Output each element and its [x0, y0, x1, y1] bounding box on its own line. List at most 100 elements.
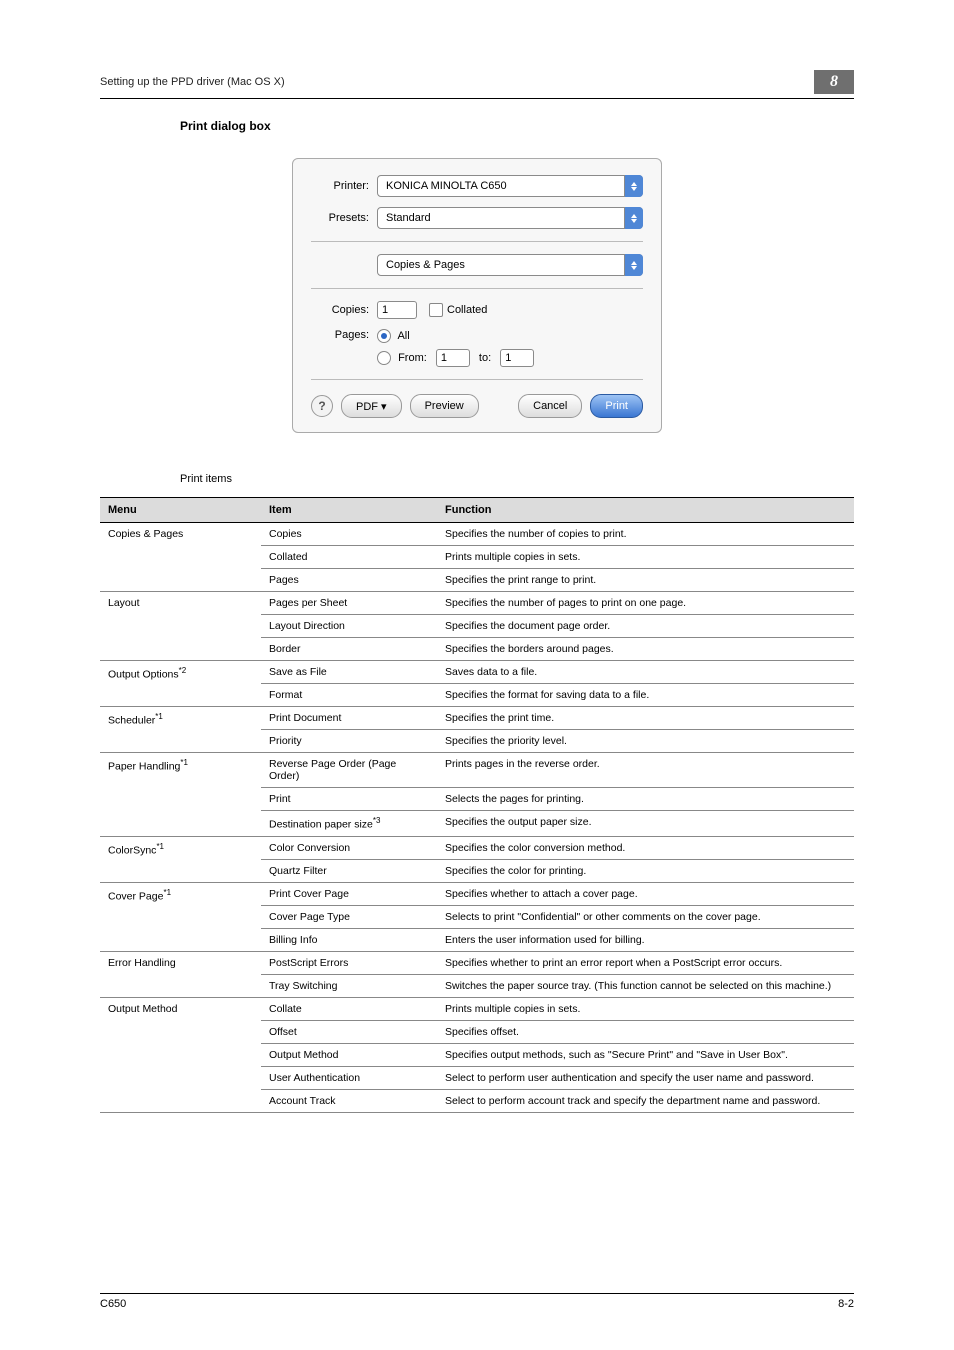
- presets-label: Presets:: [311, 212, 369, 224]
- table-function-cell: Specifies whether to print an error repo…: [437, 951, 854, 974]
- footer: C650 8-2: [100, 1293, 854, 1310]
- divider: [311, 241, 643, 242]
- table-menu-cell: Error Handling: [100, 951, 261, 997]
- table-function-cell: Select to perform account track and spec…: [437, 1089, 854, 1112]
- presets-value: Standard: [377, 207, 643, 229]
- table-menu-cell: Scheduler*1: [100, 707, 261, 753]
- copies-input[interactable]: [377, 301, 417, 319]
- printer-label: Printer:: [311, 180, 369, 192]
- table-menu-cell: Layout: [100, 592, 261, 661]
- table-function-cell: Switches the paper source tray. (This fu…: [437, 974, 854, 997]
- table-item-cell: Print: [261, 788, 437, 811]
- table-function-cell: Selects the pages for printing.: [437, 788, 854, 811]
- section-title: Print dialog box: [180, 119, 854, 133]
- table-menu-cell: Paper Handling*1: [100, 753, 261, 837]
- dropdown-arrows-icon: [624, 207, 643, 229]
- running-header: Setting up the PPD driver (Mac OS X) 8: [100, 70, 854, 99]
- footer-right: 8-2: [838, 1298, 854, 1310]
- panel-value: Copies & Pages: [377, 254, 643, 276]
- table-item-cell: Print Document: [261, 707, 437, 730]
- print-button[interactable]: Print: [590, 394, 643, 418]
- table-function-cell: Specifies the number of pages to print o…: [437, 592, 854, 615]
- from-label: From:: [398, 352, 427, 364]
- table-item-cell: Destination paper size*3: [261, 811, 437, 837]
- table-function-cell: Specifies the color for printing.: [437, 859, 854, 882]
- table-item-cell: Print Cover Page: [261, 882, 437, 905]
- table-function-cell: Enters the user information used for bil…: [437, 928, 854, 951]
- th-item: Item: [261, 498, 437, 523]
- chapter-badge: 8: [814, 70, 854, 94]
- pages-range-radio[interactable]: [377, 351, 391, 365]
- th-menu: Menu: [100, 498, 261, 523]
- printer-select[interactable]: KONICA MINOLTA C650: [377, 175, 643, 197]
- table-function-cell: Prints pages in the reverse order.: [437, 753, 854, 788]
- table-item-cell: Format: [261, 684, 437, 707]
- collated-checkbox[interactable]: [429, 303, 443, 317]
- table-function-cell: Specifies offset.: [437, 1020, 854, 1043]
- from-input[interactable]: [436, 349, 470, 367]
- table-item-cell: User Authentication: [261, 1066, 437, 1089]
- table-menu-cell: Output Options*2: [100, 661, 261, 707]
- table-item-cell: Billing Info: [261, 928, 437, 951]
- table-item-cell: PostScript Errors: [261, 951, 437, 974]
- table-menu-cell: Copies & Pages: [100, 523, 261, 592]
- table-item-cell: Layout Direction: [261, 615, 437, 638]
- table-function-cell: Specifies whether to attach a cover page…: [437, 882, 854, 905]
- table-menu-cell: Cover Page*1: [100, 882, 261, 951]
- table-caption: Print items: [180, 473, 854, 485]
- table-item-cell: Color Conversion: [261, 836, 437, 859]
- dropdown-arrows-icon: [624, 254, 643, 276]
- table-function-cell: Specifies the format for saving data to …: [437, 684, 854, 707]
- presets-select[interactable]: Standard: [377, 207, 643, 229]
- table-function-cell: Select to perform user authentication an…: [437, 1066, 854, 1089]
- table-item-cell: Account Track: [261, 1089, 437, 1112]
- table-function-cell: Selects to print "Confidential" or other…: [437, 905, 854, 928]
- help-button[interactable]: ?: [311, 395, 333, 417]
- panel-select[interactable]: Copies & Pages: [377, 254, 643, 276]
- table-item-cell: Pages: [261, 569, 437, 592]
- table-item-cell: Offset: [261, 1020, 437, 1043]
- to-label: to:: [479, 352, 491, 364]
- table-function-cell: Specifies the document page order.: [437, 615, 854, 638]
- table-item-cell: Quartz Filter: [261, 859, 437, 882]
- cancel-button[interactable]: Cancel: [518, 394, 582, 418]
- pages-all-radio[interactable]: [377, 329, 391, 343]
- th-function: Function: [437, 498, 854, 523]
- table-item-cell: Tray Switching: [261, 974, 437, 997]
- table-menu-cell: ColorSync*1: [100, 836, 261, 882]
- table-function-cell: Saves data to a file.: [437, 661, 854, 684]
- copies-label: Copies:: [311, 304, 369, 316]
- table-menu-cell: Output Method: [100, 997, 261, 1112]
- table-function-cell: Specifies the number of copies to print.: [437, 523, 854, 546]
- table-function-cell: Prints multiple copies in sets.: [437, 546, 854, 569]
- table-item-cell: Save as File: [261, 661, 437, 684]
- table-item-cell: Border: [261, 638, 437, 661]
- table-function-cell: Specifies the priority level.: [437, 730, 854, 753]
- table-item-cell: Output Method: [261, 1043, 437, 1066]
- table-item-cell: Pages per Sheet: [261, 592, 437, 615]
- printer-value: KONICA MINOLTA C650: [377, 175, 643, 197]
- print-items-table: Menu Item Function Copies & PagesCopiesS…: [100, 497, 854, 1113]
- pages-label: Pages:: [311, 329, 369, 341]
- dropdown-arrows-icon: [624, 175, 643, 197]
- table-function-cell: Specifies the borders around pages.: [437, 638, 854, 661]
- footer-left: C650: [100, 1298, 126, 1310]
- preview-button[interactable]: Preview: [410, 394, 479, 418]
- table-item-cell: Collated: [261, 546, 437, 569]
- table-item-cell: Cover Page Type: [261, 905, 437, 928]
- table-function-cell: Specifies the print range to print.: [437, 569, 854, 592]
- header-left: Setting up the PPD driver (Mac OS X): [100, 76, 285, 88]
- to-input[interactable]: [500, 349, 534, 367]
- table-function-cell: Specifies the print time.: [437, 707, 854, 730]
- table-item-cell: Copies: [261, 523, 437, 546]
- table-function-cell: Specifies the color conversion method.: [437, 836, 854, 859]
- divider: [311, 379, 643, 380]
- table-function-cell: Prints multiple copies in sets.: [437, 997, 854, 1020]
- pdf-button[interactable]: PDF ▾: [341, 394, 402, 418]
- pages-all-label: All: [397, 330, 409, 342]
- table-item-cell: Priority: [261, 730, 437, 753]
- divider: [311, 288, 643, 289]
- collated-label: Collated: [447, 304, 487, 316]
- table-item-cell: Collate: [261, 997, 437, 1020]
- table-function-cell: Specifies the output paper size.: [437, 811, 854, 837]
